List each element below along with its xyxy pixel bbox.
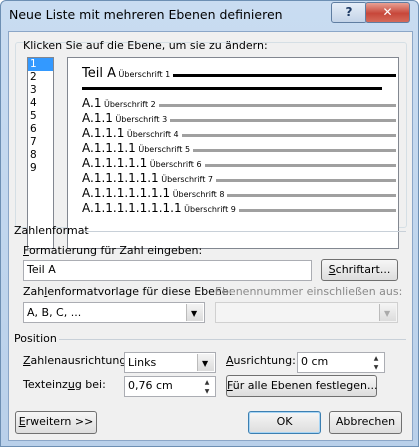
spin-up-icon[interactable]: ▲ — [369, 354, 383, 363]
style-dropdown[interactable]: A, B, C, ... ▼ — [23, 302, 205, 323]
preview-line — [239, 209, 396, 212]
dialog-title: Neue Liste mit mehreren Ebenen definiere… — [9, 7, 283, 22]
preview-number: A.1.1.1.1.1.1.1 — [82, 186, 171, 200]
indent-value: 0,76 cm — [128, 379, 173, 392]
indent-spinner[interactable]: ▲ ▼ — [200, 378, 214, 395]
format-input-value: Teil A — [27, 263, 56, 276]
spin-down-icon[interactable]: ▼ — [200, 387, 214, 396]
spin-up-icon[interactable]: ▲ — [200, 378, 214, 387]
format-label: Formatierung für Zahl eingeben: — [23, 244, 203, 257]
preview-number: A.1.1.1.1.1.1 — [82, 171, 159, 185]
preview-caption: Überschrift 6 — [147, 160, 202, 169]
preview-caption: Überschrift 8 — [170, 190, 225, 199]
preview-caption: Überschrift 2 — [101, 100, 156, 109]
level-preview: Teil A Überschrift 1 A.1 Überschrift 2 A.1… — [67, 57, 399, 249]
level-listbox[interactable]: 123456789 — [27, 57, 54, 249]
chevron-down-icon: ▼ — [379, 304, 396, 321]
include-dropdown: ▼ — [215, 302, 398, 323]
align-dropdown-value: Links — [128, 356, 157, 369]
level-list-item[interactable]: 7 — [28, 136, 53, 149]
level-list-item[interactable]: 4 — [28, 97, 53, 110]
preview-row: A.1.1 Überschrift 3 — [82, 111, 167, 125]
ausrichtung-label: Ausrichtung: — [226, 354, 296, 367]
align-dropdown[interactable]: Links ▼ — [124, 352, 216, 373]
preview-row: Teil A Überschrift 1 — [82, 66, 170, 81]
dialog-client-area: Klicken Sie auf die Ebene, um sie zu änd… — [8, 31, 413, 441]
preview-row: A.1.1.1.1 Überschrift 5 — [82, 141, 190, 155]
preview-caption: Überschrift 4 — [124, 130, 179, 139]
preview-line — [205, 164, 396, 167]
preview-number: A.1.1.1.1 — [82, 141, 136, 155]
chevron-down-icon[interactable]: ▼ — [197, 354, 214, 371]
preview-line — [216, 179, 396, 182]
level-list-item[interactable]: 5 — [28, 110, 53, 123]
position-group-label: Position — [14, 332, 57, 345]
preview-row: A.1.1.1.1.1 Überschrift 6 — [82, 156, 202, 170]
preview-number: A.1.1.1 — [82, 126, 125, 140]
preview-row: A.1 Überschrift 2 — [82, 96, 156, 110]
preview-number: A.1 — [82, 96, 102, 110]
preview-caption: Überschrift 7 — [158, 175, 213, 184]
level-instruction: Klicken Sie auf die Ebene, um sie zu änd… — [23, 39, 268, 52]
zahlenformat-separator — [84, 231, 406, 232]
preview-caption: Überschrift 1 — [115, 70, 171, 79]
preview-caption: Überschrift 3 — [112, 115, 168, 124]
include-label: Ebenennummer einschließen aus: — [215, 285, 403, 298]
preview-heavy-line — [82, 87, 382, 90]
ok-button[interactable]: OK — [248, 411, 321, 434]
preview-number: A.1.1 — [82, 111, 113, 125]
preview-row: A.1.1.1.1.1.1.1 Überschrift 8 — [82, 186, 224, 200]
font-button[interactable]: Schriftart... — [321, 259, 398, 281]
title-bar[interactable]: Neue Liste mit mehreren Ebenen definiere… — [1, 1, 418, 31]
dialog-window: Neue Liste mit mehreren Ebenen definiere… — [0, 0, 419, 447]
level-list-item[interactable]: 1 — [28, 58, 53, 71]
preview-row: A.1.1.1 Überschrift 4 — [82, 126, 179, 140]
align-label: Zahlenausrichtung: — [23, 354, 131, 367]
level-list-item[interactable]: 6 — [28, 123, 53, 136]
level-list-item[interactable]: 8 — [28, 149, 53, 162]
preview-number: A.1.1.1.1.1 — [82, 156, 148, 170]
level-list-item[interactable]: 2 — [28, 71, 53, 84]
level-list-item[interactable]: 3 — [28, 84, 53, 97]
preview-number: Teil A — [82, 66, 116, 81]
zahlenformat-group-label: Zahlenformat — [14, 224, 89, 237]
ausrichtung-spinner[interactable]: ▲ ▼ — [369, 354, 383, 371]
spin-down-icon[interactable]: ▼ — [369, 363, 383, 372]
style-label: Zahlenformatvorlage für diese Ebene: — [23, 285, 233, 298]
style-dropdown-value: A, B, C, ... — [27, 306, 82, 319]
preview-line — [170, 119, 396, 122]
preview-number: A.1.1.1.1.1.1.1.1 — [82, 201, 182, 215]
cancel-button[interactable]: Abbrechen — [329, 411, 402, 434]
preview-row: A.1.1.1.1.1.1.1.1 Überschrift 9 — [82, 201, 236, 215]
preview-row: A.1.1.1.1.1.1 Überschrift 7 — [82, 171, 213, 185]
position-separator — [59, 339, 406, 340]
preview-caption: Überschrift 5 — [135, 145, 191, 154]
preview-line — [173, 74, 396, 77]
preview-line — [159, 104, 396, 107]
indent-input[interactable]: 0,76 cm ▲ ▼ — [124, 376, 216, 397]
expand-button[interactable]: Erweitern >> — [15, 411, 97, 434]
preview-line — [227, 194, 396, 197]
preview-caption: Überschrift 9 — [181, 205, 236, 214]
level-list-item[interactable]: 9 — [28, 162, 53, 175]
chevron-down-icon[interactable]: ▼ — [186, 304, 203, 321]
preview-line — [182, 134, 396, 137]
ausrichtung-input[interactable]: 0 cm ▲ ▼ — [297, 352, 385, 373]
all-levels-button[interactable]: Für alle Ebenen festlegen... — [226, 375, 377, 397]
help-button[interactable]: ? — [331, 2, 367, 23]
format-input[interactable]: Teil A — [23, 260, 312, 281]
close-button[interactable]: ✕ — [365, 2, 410, 23]
indent-label: Texteinzug bei: — [23, 378, 106, 391]
ausrichtung-value: 0 cm — [301, 355, 329, 368]
preview-line — [193, 149, 396, 152]
